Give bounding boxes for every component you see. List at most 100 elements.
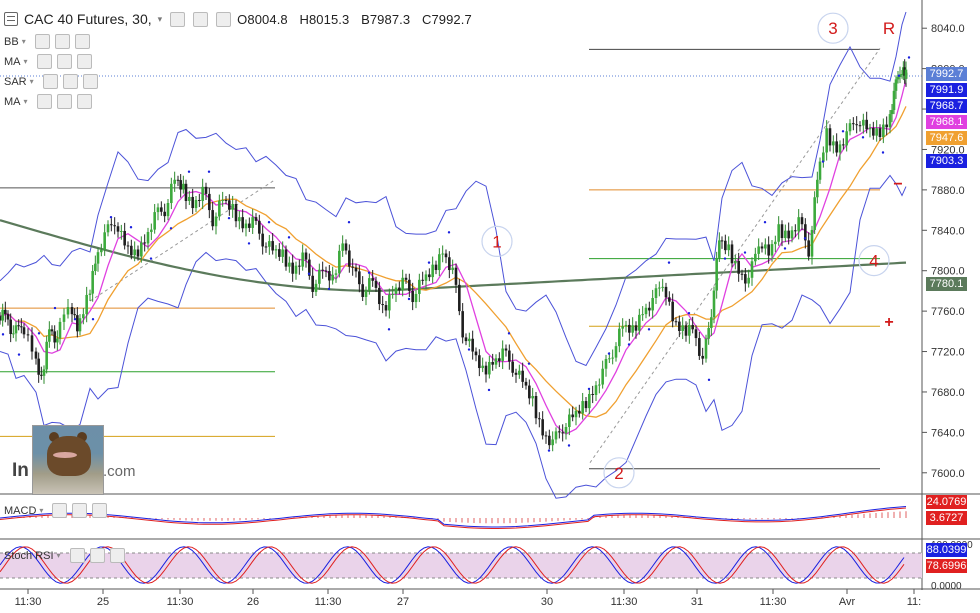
candle-body [441,253,444,255]
candle-body [106,224,110,233]
candle-body [170,183,173,204]
sar-dot [881,151,885,154]
sar-dot [129,226,133,229]
candle-body [544,435,548,437]
y-tick-label: 7600.0 [931,468,965,480]
candle-body [140,242,143,257]
symbol-title[interactable]: CAC 40 Futures, 30, [24,11,152,27]
candle-body [40,374,43,376]
candle-body [608,358,611,360]
candle-body [438,254,441,271]
indicator-macd[interactable]: MACD ▾ [4,503,108,518]
macd-tag: 3.6727 [926,511,967,525]
candle-body [48,329,51,342]
sar-dot [803,237,807,240]
candle-body [53,331,56,343]
candle-body [374,280,378,288]
sar-dot [247,242,251,245]
candle-body [368,278,371,291]
candle-body [182,183,185,190]
indicator-ma-2[interactable]: MA ▾ [4,94,92,109]
indicator-ma[interactable]: MA ▾ [4,54,92,69]
candle-body [294,265,298,274]
watermark-left: In [12,460,29,481]
y-tick-label: 7720.0 [931,347,965,359]
candle-body [878,128,882,137]
candle-body [408,279,411,291]
candle-body [9,319,12,335]
close-icon [109,548,125,563]
candle-body [825,128,828,153]
candle-body [631,325,634,333]
stoch-tag: 78.6996 [926,559,967,573]
candle-body [100,249,103,253]
settings-icon[interactable] [193,11,209,27]
candle-body [774,241,777,245]
candle-body [173,179,176,184]
candle-body [484,365,488,375]
dropdown-caret-icon[interactable]: ▾ [158,14,163,25]
candle-body [211,210,214,227]
candle-body [431,264,434,278]
candle-body [254,217,258,221]
sar-dot [821,160,825,163]
sar-dot [527,362,531,365]
candle-body [511,361,514,373]
sar-dot [687,311,691,315]
candle-body [694,329,698,339]
candle-body [648,307,651,311]
menu-icon[interactable] [4,12,18,26]
candle-body [865,119,868,130]
indicator-bb[interactable]: BB ▾ [4,34,90,49]
settings-icon [89,548,105,563]
candle-body [258,220,261,234]
candle-body [618,328,621,347]
candle-body [588,393,591,409]
close-icon[interactable] [216,11,232,27]
candle-body [581,401,584,414]
candle-body [291,262,294,274]
candle-body [715,257,718,291]
sar-dot [187,170,191,173]
candle-body [551,439,554,446]
candle-body [638,314,641,331]
close-icon [76,54,92,69]
plus-marker: + [884,314,893,331]
candle-body [668,297,671,302]
candle-body [130,245,133,256]
sar-dot [73,318,77,321]
candle-body [568,414,571,427]
sar-dot [387,328,391,331]
sar-dot [347,221,351,224]
sar-dot [267,221,271,224]
candle-body [150,229,153,232]
eye-icon[interactable] [170,11,186,27]
sar-dot [707,378,711,382]
candle-body [176,179,180,181]
candle-body [321,269,324,271]
x-tick-label: 11:30 [167,596,194,608]
candle-body [564,426,568,434]
candle-body [875,128,878,136]
sar-dot [227,216,231,220]
candle-body [491,361,494,365]
candle-body [391,293,394,295]
candle-body [464,337,468,342]
sar-dot [467,348,471,351]
candle-body [601,368,604,385]
candle-body [143,242,146,244]
candle-body [760,246,764,249]
indicator-sar[interactable]: SAR ▾ [4,74,98,89]
candle-body [179,180,182,190]
chart-canvas[interactable]: 8040.08000.07960.07920.07880.07840.07800… [0,0,980,613]
price-tag: 7991.9 [926,83,967,97]
candle-body [584,401,588,409]
settings-icon [72,503,88,518]
sar-dot [587,387,591,391]
candle-body [767,244,770,256]
candle-body [832,141,835,146]
chart-header: CAC 40 Futures, 30, ▾ O8004.8 H8015.3 B7… [4,9,480,29]
candle-body [514,372,518,375]
open-value: 8004.8 [247,11,288,27]
indicator-stoch-rsi[interactable]: Stoch RSI ▾ [4,548,125,563]
